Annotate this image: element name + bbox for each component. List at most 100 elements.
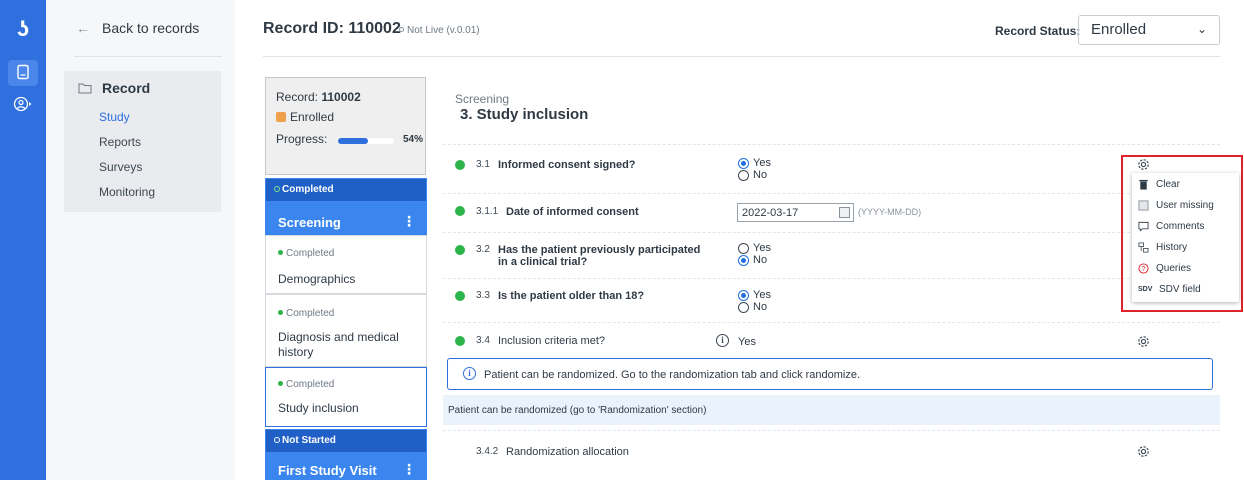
nav-item-study[interactable]: Study [99, 110, 130, 124]
menu-item-label: SDV field [1159, 284, 1201, 295]
chevron-down-icon: ⌄ [1196, 22, 1207, 36]
radio-selected-icon [738, 289, 749, 301]
question-text: Inclusion criteria met? [498, 335, 605, 347]
record-nav: ← Back to records Record Study Reports S… [46, 0, 235, 480]
info-icon[interactable]: i [716, 334, 729, 347]
question-circle-icon: ? [1138, 263, 1149, 274]
option-no[interactable]: No [738, 169, 767, 181]
option-label: No [753, 301, 768, 313]
completed-dot-icon [278, 250, 283, 255]
gear-icon[interactable] [1136, 444, 1151, 459]
row-divider [443, 193, 1220, 194]
calculated-value: Yes [738, 336, 756, 348]
menu-item-queries[interactable]: ? Queries [1138, 263, 1191, 274]
date-input[interactable]: 2022-03-17 [737, 203, 854, 222]
question-number: 3.1.1 [476, 206, 499, 217]
form-status-band: Not Started [266, 430, 426, 452]
live-status: Not Live (v.0.01) [399, 25, 480, 36]
form-name: First Study Visit [278, 463, 377, 478]
progress-fill [338, 138, 369, 144]
record-status-select[interactable]: Enrolled ⌄ [1078, 15, 1220, 45]
option-label: No [753, 254, 768, 266]
record-id-prefix: Record: [276, 90, 322, 104]
question-number: 3.1 [476, 159, 490, 170]
record-nav-header[interactable]: Record [78, 80, 150, 96]
option-yes[interactable]: Yes [738, 242, 771, 254]
record-status-value: Enrolled [1091, 21, 1147, 38]
comment-icon [1138, 221, 1149, 232]
forms-list: Completed Screening ⋮ Completed Demograp… [265, 178, 427, 480]
checkbox-icon [1138, 200, 1149, 211]
question-number: 3.2 [476, 244, 490, 255]
question-text-line2: in a clinical trial? [498, 256, 588, 268]
section-title: 3. Study inclusion [460, 106, 589, 123]
option-yes[interactable]: Yes [738, 157, 771, 169]
option-no[interactable]: No [738, 301, 767, 313]
completed-dot-icon [278, 310, 283, 315]
kebab-menu-icon[interactable]: ⋮ [402, 461, 416, 478]
form-status: Not Started [282, 435, 336, 446]
randomize-info-banner: i Patient can be randomized. Go to the r… [447, 358, 1213, 390]
kebab-menu-icon[interactable]: ⋮ [402, 213, 416, 230]
row-divider [443, 430, 1220, 431]
history-icon [1138, 242, 1149, 253]
progress-percent: 54% [403, 134, 424, 145]
question-number: 3.4 [476, 335, 490, 346]
row-divider [443, 232, 1220, 233]
option-no[interactable]: No [738, 254, 767, 266]
form-study-inclusion[interactable]: Completed Study inclusion [265, 367, 427, 427]
gear-icon[interactable] [1136, 334, 1151, 349]
record-title: Record ID: 110002 [263, 20, 401, 37]
form-name: Screening [278, 215, 341, 230]
nav-divider [74, 56, 222, 57]
menu-item-user-missing[interactable]: User missing [1138, 200, 1214, 211]
form-demographics[interactable]: Completed Demographics [265, 235, 427, 294]
nav-item-reports[interactable]: Reports [99, 135, 141, 149]
form-status-text: Completed [286, 308, 335, 319]
record-status-label: Record Status: [995, 24, 1081, 38]
back-to-records-link[interactable]: ← Back to records [76, 20, 199, 36]
completed-dot-icon [455, 336, 465, 346]
radio-icon [738, 242, 749, 254]
completed-dot-icon [278, 381, 283, 386]
app-logo-icon[interactable]: ʖ [11, 16, 35, 42]
radio-icon [738, 169, 749, 181]
question-text: Randomization allocation [506, 446, 629, 458]
back-label: Back to records [102, 20, 200, 36]
nav-item-surveys[interactable]: Surveys [99, 160, 142, 174]
app: ʖ ← Back to records Record Study Reports… [0, 0, 1244, 480]
user-menu-icon[interactable] [8, 92, 38, 118]
form-status-text: Completed [286, 379, 335, 390]
date-format-hint: (YYYY-MM-DD) [858, 207, 922, 217]
record-nav-label: Record [102, 80, 151, 96]
form-name: Study inclusion [278, 401, 359, 415]
option-yes[interactable]: Yes [738, 289, 771, 301]
form-status-band: Completed [266, 179, 426, 201]
radio-selected-icon [738, 254, 749, 266]
nav-item-monitoring[interactable]: Monitoring [99, 185, 155, 199]
live-status-label: Not Live (v.0.01) [407, 25, 480, 36]
records-icon[interactable] [8, 60, 38, 86]
svg-text:?: ? [1142, 266, 1146, 273]
form-name: Demographics [278, 272, 356, 286]
menu-item-clear[interactable]: Clear [1138, 179, 1180, 190]
menu-item-history[interactable]: History [1138, 242, 1187, 253]
form-screening[interactable]: Completed Screening ⋮ [265, 178, 427, 235]
status-circle-icon [274, 437, 280, 443]
option-label: Yes [753, 289, 771, 301]
menu-item-comments[interactable]: Comments [1138, 221, 1204, 232]
status-circle-icon [274, 186, 280, 192]
menu-item-sdv-field[interactable]: SDV SDV field [1138, 284, 1201, 295]
form-diagnosis-history[interactable]: Completed Diagnosis and medical history [265, 294, 427, 367]
form-first-study-visit[interactable]: Not Started First Study Visit ⋮ [265, 429, 427, 480]
question-number: 3.4.2 [476, 446, 499, 457]
row-divider [443, 278, 1220, 279]
section-subtitle: Screening [455, 92, 510, 106]
trash-icon [1139, 179, 1148, 190]
row-divider [443, 144, 1220, 145]
folder-icon [78, 83, 92, 94]
randomize-note: Patient can be randomized (go to 'Random… [443, 395, 1220, 425]
calendar-icon[interactable] [839, 207, 850, 218]
enrolled-status-icon [276, 112, 286, 122]
completed-dot-icon [455, 206, 465, 216]
